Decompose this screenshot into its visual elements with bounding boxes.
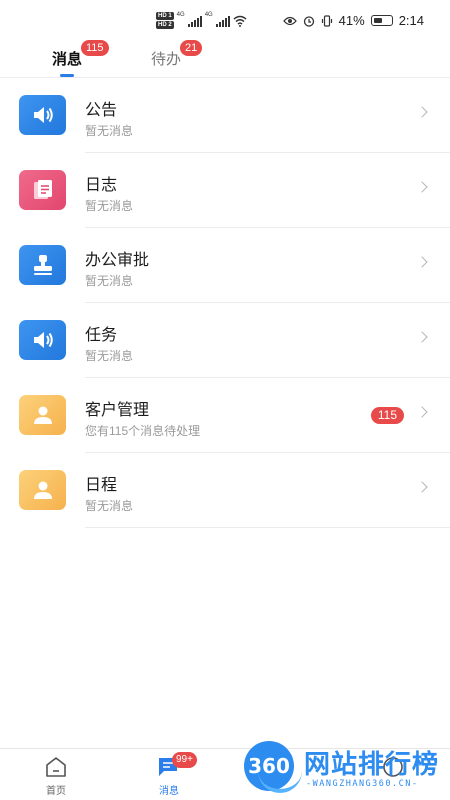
chevron-right-icon [416,331,428,343]
speaker-icon [19,320,66,360]
tab-todo[interactable]: 待办 [151,48,181,69]
person-icon [19,470,66,510]
list-item-customer-management[interactable]: 客户管理 您有115个消息待处理 115 [0,378,450,453]
network-indicators: HD 1 HD 2 4G 4G [156,12,247,29]
list-item-approval[interactable]: 办公审批 暂无消息 [0,228,450,303]
alarm-icon [303,15,314,27]
document-icon [19,170,66,210]
tab-todo-badge: 21 [180,40,203,56]
hd-tag-2: HD 2 [156,21,174,29]
tab-active-indicator [60,74,74,77]
list-item-title: 客户管理 [85,402,150,419]
hd-tag-1: HD 1 [156,12,174,20]
chevron-right-icon [416,481,428,493]
vibrate-icon [321,14,332,27]
stamp-icon [19,245,66,285]
chevron-right-icon [416,406,428,418]
tab-messages-badge: 115 [81,40,109,56]
top-tabs: 消息 115 待办 21 [0,40,450,78]
signal-label-1: 4G [176,12,185,18]
list-item-subtitle: 暂无消息 [85,199,134,213]
wifi-icon [233,15,247,27]
chevron-right-icon [416,181,428,193]
speaker-icon [19,95,66,135]
nav-home-label: 首页 [46,786,66,797]
tab-messages[interactable]: 消息 [52,48,82,69]
nav-home[interactable]: 首页 [26,755,86,797]
list-item-subtitle: 您有115个消息待处理 [85,424,201,438]
nav-messages[interactable]: 99+ 消息 [139,752,199,797]
nav-messages-badge: 99+ [172,752,197,768]
chevron-right-icon [416,256,428,268]
list-item-title: 办公审批 [85,252,150,269]
list-item-subtitle: 暂无消息 [85,349,134,363]
list-item-title: 公告 [85,102,118,119]
list-item-title: 任务 [85,327,118,344]
watermark-title: 网站排行榜 [304,749,440,779]
eye-icon [282,16,297,25]
watermark-logo: 360 网站排行榜 -WANGZHANG360.CN- [244,737,450,800]
list-item-announcement[interactable]: 公告 暂无消息 [0,78,450,153]
message-category-list: 公告 暂无消息 日志 暂无消息 办公审批 暂无消息 任务 暂无消息 客户管理 您… [0,78,450,528]
person-icon [19,395,66,435]
list-item-subtitle: 暂无消息 [85,124,134,138]
unread-count-badge: 115 [370,407,404,424]
battery-icon [370,15,393,26]
list-item-log[interactable]: 日志 暂无消息 [0,153,450,228]
signal-icon-2 [215,15,230,27]
list-item-title: 日程 [85,477,118,494]
signal-label-2: 4G [204,12,213,18]
list-item-schedule[interactable]: 日程 暂无消息 [0,453,450,528]
status-right: 41% 2:14 [282,13,424,28]
home-icon [46,757,66,777]
signal-icon [187,15,202,27]
battery-percent: 41% [338,13,365,28]
list-item-subtitle: 暂无消息 [85,499,134,513]
list-item-subtitle: 暂无消息 [85,274,134,288]
list-item-task[interactable]: 任务 暂无消息 [0,303,450,378]
clock: 2:14 [398,13,424,28]
chevron-right-icon [416,106,428,118]
list-item-title: 日志 [85,177,118,194]
status-bar: HD 1 HD 2 4G 4G 41% 2:14 [0,0,450,40]
nav-messages-label: 消息 [159,786,179,797]
watermark-subtitle: -WANGZHANG360.CN- [306,779,419,789]
